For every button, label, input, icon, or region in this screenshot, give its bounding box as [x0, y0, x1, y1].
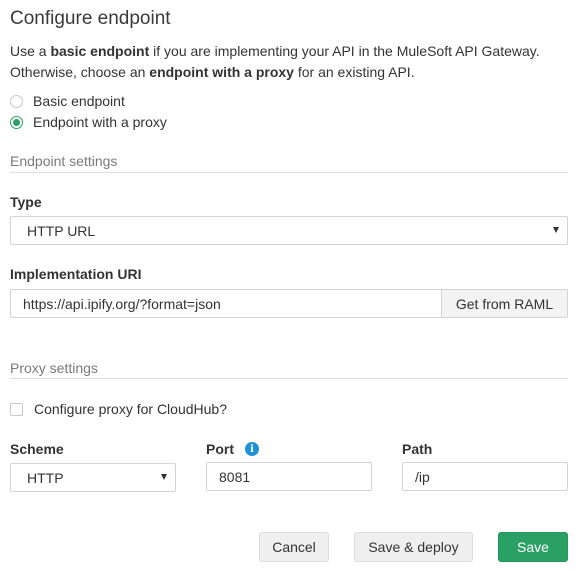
- description-text-3: for an existing API.: [293, 64, 415, 80]
- port-input[interactable]: 8081: [206, 462, 372, 491]
- radio-basic-endpoint-label[interactable]: Basic endpoint: [33, 93, 125, 109]
- dialog-title: Configure endpoint: [10, 8, 171, 29]
- get-from-raml-button[interactable]: Get from RAML: [441, 289, 568, 318]
- path-label: Path: [402, 441, 433, 457]
- description-text-1: Use a: [10, 43, 51, 59]
- chevron-down-icon: [553, 227, 559, 233]
- endpoint-settings-divider: [10, 172, 568, 173]
- cloudhub-checkbox-row[interactable]: Configure proxy for CloudHub?: [10, 401, 227, 417]
- implementation-uri-label: Implementation URI: [10, 266, 142, 282]
- scheme-select-value: HTTP: [27, 469, 64, 486]
- port-label-row: Port i: [206, 441, 259, 457]
- cancel-button[interactable]: Cancel: [259, 532, 329, 562]
- endpoint-settings-heading: Endpoint settings: [10, 153, 118, 169]
- type-select[interactable]: HTTP URL: [10, 216, 568, 245]
- info-icon[interactable]: i: [245, 442, 259, 456]
- scheme-select[interactable]: HTTP: [10, 463, 176, 492]
- path-input[interactable]: /ip: [402, 462, 568, 491]
- type-label: Type: [10, 194, 42, 210]
- implementation-uri-value: https://api.ipify.org/?format=json: [23, 295, 221, 312]
- type-select-value: HTTP URL: [27, 222, 96, 239]
- save-button[interactable]: Save: [498, 532, 568, 562]
- port-label: Port: [206, 441, 234, 457]
- description-bold-endpoint-proxy: endpoint with a proxy: [149, 64, 294, 80]
- radio-endpoint-with-proxy-circle[interactable]: [10, 115, 23, 129]
- radio-endpoint-with-proxy-label[interactable]: Endpoint with a proxy: [33, 114, 167, 130]
- proxy-settings-heading: Proxy settings: [10, 360, 98, 376]
- port-value: 8081: [219, 468, 251, 485]
- cloudhub-checkbox[interactable]: [10, 402, 23, 416]
- save-and-deploy-button[interactable]: Save & deploy: [354, 532, 473, 562]
- radio-basic-endpoint-circle[interactable]: [10, 94, 23, 108]
- description-bold-basic-endpoint: basic endpoint: [50, 43, 150, 59]
- cloudhub-checkbox-label[interactable]: Configure proxy for CloudHub?: [34, 401, 227, 417]
- proxy-settings-divider: [10, 378, 568, 379]
- scheme-label: Scheme: [10, 441, 64, 457]
- implementation-uri-input[interactable]: https://api.ipify.org/?format=json: [10, 289, 442, 318]
- radio-basic-endpoint[interactable]: Basic endpoint: [10, 93, 125, 109]
- path-value: /ip: [415, 468, 430, 485]
- radio-endpoint-with-proxy[interactable]: Endpoint with a proxy: [10, 114, 167, 130]
- dialog-description: Use a basic endpoint if you are implemen…: [10, 41, 570, 83]
- chevron-down-icon: [161, 474, 167, 480]
